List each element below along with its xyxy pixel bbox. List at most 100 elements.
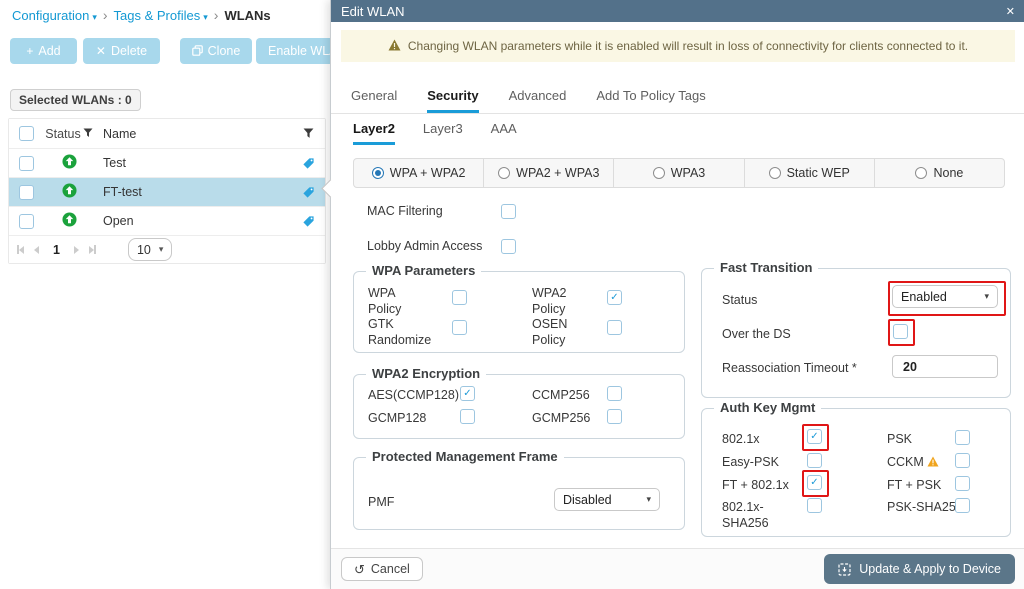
radio-wpa2-wpa3[interactable]: WPA2 + WPA3 — [484, 159, 614, 187]
add-button[interactable]: +Add — [10, 38, 77, 64]
radio-icon — [653, 167, 665, 179]
easy-psk-label: Easy-PSK — [722, 455, 779, 471]
lobby-admin-checkbox[interactable] — [501, 239, 516, 254]
ft-psk-label: FT + PSK — [887, 478, 941, 494]
breadcrumb-current-wlans: WLANs — [224, 8, 270, 23]
cckm-warning-icon — [927, 456, 939, 470]
table-row-test[interactable]: Test — [9, 149, 325, 178]
tag-icon[interactable] — [291, 215, 325, 228]
caret-down-icon: ▾ — [203, 12, 208, 22]
radio-none[interactable]: None — [875, 159, 1004, 187]
security-mode-radio-group: WPA + WPA2 WPA2 + WPA3 WPA3 Static WEP N… — [353, 158, 1005, 188]
subtab-layer3[interactable]: Layer3 — [423, 121, 463, 145]
table-row-ft-test[interactable]: FT-test — [9, 178, 325, 207]
filter-icon[interactable] — [291, 128, 325, 139]
wpa2-policy-checkbox[interactable] — [607, 290, 622, 305]
ft-dot1x-checkbox[interactable] — [807, 475, 822, 490]
breadcrumb-separator-icon: › — [103, 7, 108, 23]
pager-next-icon[interactable] — [74, 246, 79, 254]
tab-security[interactable]: Security — [427, 88, 478, 113]
security-subtabs: Layer2 Layer3 AAA — [331, 121, 1024, 145]
pmf-dropdown[interactable]: Disabled▾ — [554, 488, 660, 511]
gcmp128-checkbox[interactable] — [460, 409, 475, 424]
pmf-title: Protected Management Frame — [366, 449, 564, 464]
cancel-button[interactable]: ↺Cancel — [341, 557, 423, 581]
row-checkbox[interactable] — [19, 185, 34, 200]
update-apply-button[interactable]: Update & Apply to Device — [824, 554, 1015, 584]
select-all-checkbox[interactable] — [19, 126, 34, 141]
pmf-fieldset: Protected Management Frame PMF Disabled▾ — [353, 457, 685, 530]
copy-icon — [192, 45, 203, 58]
gcmp256-checkbox[interactable] — [607, 409, 622, 424]
tag-icon[interactable] — [291, 157, 325, 170]
subtab-aaa[interactable]: AAA — [491, 121, 517, 145]
aes-ccmp128-label: AES(CCMP128) — [368, 388, 459, 404]
tab-add-to-policy-tags[interactable]: Add To Policy Tags — [596, 88, 705, 113]
tag-icon[interactable] — [291, 186, 325, 199]
radio-icon — [769, 167, 781, 179]
panel-footer: ↺Cancel Update & Apply to Device — [331, 548, 1024, 589]
status-up-icon — [62, 183, 77, 201]
clone-button[interactable]: Clone — [180, 38, 252, 64]
subtab-layer2[interactable]: Layer2 — [353, 121, 395, 145]
row-checkbox[interactable] — [19, 214, 34, 229]
status-column-header: Status — [45, 127, 80, 141]
wpa2-policy-label: WPA2 Policy — [532, 286, 594, 317]
psk-label: PSK — [887, 432, 912, 448]
mac-filtering-checkbox[interactable] — [501, 204, 516, 219]
warning-text: Changing WLAN parameters while it is ena… — [408, 39, 968, 53]
wpa2-encryption-fieldset: WPA2 Encryption AES(CCMP128) CCMP256 GCM… — [353, 374, 685, 439]
enable-wlans-button[interactable]: Enable WLA — [256, 38, 330, 64]
pager-first-icon[interactable] — [17, 245, 24, 254]
breadcrumb-tags-profiles[interactable]: Tags & Profiles▾ — [114, 8, 208, 23]
ft-psk-checkbox[interactable] — [955, 476, 970, 491]
wlans-list-pane: Configuration▾ › Tags & Profiles▾ › WLAN… — [0, 0, 330, 589]
breadcrumb: Configuration▾ › Tags & Profiles▾ › WLAN… — [12, 7, 271, 23]
cckm-checkbox[interactable] — [955, 453, 970, 468]
dot1x-checkbox[interactable] — [807, 429, 822, 444]
reassociation-timeout-label: Reassociation Timeout * — [722, 361, 857, 377]
pmf-label: PMF — [368, 495, 394, 511]
name-column-header: Name — [95, 127, 291, 141]
dot1x-sha256-checkbox[interactable] — [807, 498, 822, 513]
table-row-open[interactable]: Open — [9, 207, 325, 236]
reassociation-timeout-input[interactable] — [892, 355, 998, 378]
radio-wpa3[interactable]: WPA3 — [614, 159, 744, 187]
current-page: 1 — [53, 243, 60, 257]
gcmp128-label: GCMP128 — [368, 411, 426, 427]
mac-filtering-row: MAC Filtering — [367, 204, 443, 218]
tab-general[interactable]: General — [351, 88, 397, 113]
dot1x-sha256-label: 802.1x-SHA256 — [722, 500, 784, 531]
pager-last-icon[interactable] — [89, 245, 96, 254]
caret-down-icon: ▾ — [646, 494, 651, 505]
caret-down-icon: ▾ — [984, 291, 989, 302]
page-size-select[interactable]: 10▾ — [128, 238, 172, 261]
row-checkbox[interactable] — [19, 156, 34, 171]
radio-static-wep[interactable]: Static WEP — [745, 159, 875, 187]
panel-tabs: General Security Advanced Add To Policy … — [331, 88, 1024, 114]
over-the-ds-checkbox[interactable] — [893, 324, 908, 339]
psk-checkbox[interactable] — [955, 430, 970, 445]
breadcrumb-configuration[interactable]: Configuration▾ — [12, 8, 97, 23]
osen-policy-label: OSEN Policy — [532, 317, 594, 348]
gtk-randomize-checkbox[interactable] — [452, 320, 467, 335]
panel-titlebar: Edit WLAN ✕ — [331, 0, 1024, 22]
edit-wlan-panel: Edit WLAN ✕ Changing WLAN parameters whi… — [330, 0, 1024, 589]
easy-psk-checkbox[interactable] — [807, 453, 822, 468]
wpa-policy-label: WPA Policy — [368, 286, 430, 317]
close-icon[interactable]: ✕ — [1006, 5, 1015, 18]
osen-policy-checkbox[interactable] — [607, 320, 622, 335]
ft-status-dropdown[interactable]: Enabled▾ — [892, 285, 998, 308]
ccmp256-checkbox[interactable] — [607, 386, 622, 401]
pager-prev-icon[interactable] — [34, 246, 39, 254]
tab-advanced[interactable]: Advanced — [509, 88, 567, 113]
aes-ccmp128-checkbox[interactable] — [460, 386, 475, 401]
wpa-policy-checkbox[interactable] — [452, 290, 467, 305]
psk-sha256-checkbox[interactable] — [955, 498, 970, 513]
filter-icon[interactable] — [83, 127, 93, 141]
wlans-toolbar: +Add ✕Delete Clone Enable WLA — [0, 38, 330, 66]
wlans-table: Status Name Test FT-test — [8, 118, 326, 264]
radio-wpa-wpa2[interactable]: WPA + WPA2 — [354, 159, 484, 187]
warning-banner: Changing WLAN parameters while it is ena… — [341, 30, 1015, 62]
delete-button[interactable]: ✕Delete — [83, 38, 160, 64]
